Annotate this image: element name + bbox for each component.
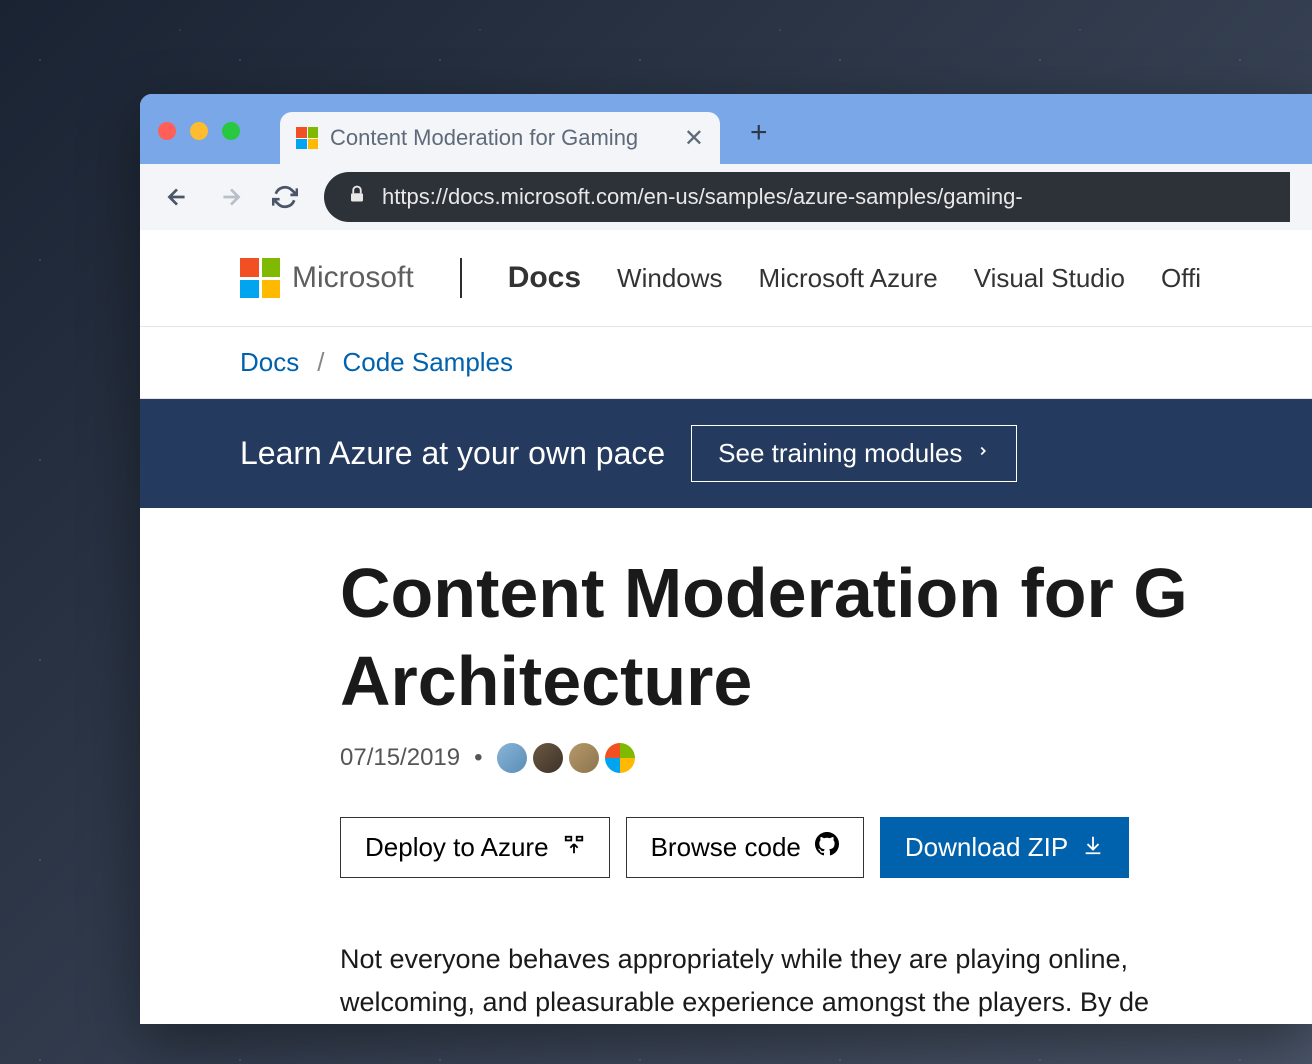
tab-strip: Content Moderation for Gaming ✕ + [140, 94, 1312, 164]
article-body: Not everyone behaves appropriately while… [340, 938, 1312, 1024]
download-zip-button[interactable]: Download ZIP [880, 817, 1129, 878]
page-content: Microsoft Docs Windows Microsoft Azure V… [140, 230, 1312, 1024]
site-header: Microsoft Docs Windows Microsoft Azure V… [140, 230, 1312, 327]
forward-button[interactable] [216, 182, 246, 212]
learn-banner-text: Learn Azure at your own pace [240, 435, 665, 472]
avatar[interactable] [533, 743, 563, 773]
window-maximize-button[interactable] [222, 122, 240, 140]
nav-azure[interactable]: Microsoft Azure [759, 263, 938, 294]
learn-button-label: See training modules [718, 438, 962, 469]
lock-icon [348, 184, 366, 210]
window-close-button[interactable] [158, 122, 176, 140]
nav-visual-studio[interactable]: Visual Studio [974, 263, 1125, 294]
avatar[interactable] [569, 743, 599, 773]
contributor-avatars[interactable] [497, 743, 635, 773]
url-text: https://docs.microsoft.com/en-us/samples… [382, 184, 1023, 210]
reload-button[interactable] [270, 182, 300, 212]
tab-title: Content Moderation for Gaming [330, 125, 672, 151]
nav-docs[interactable]: Docs [508, 261, 581, 295]
deploy-to-azure-button[interactable]: Deploy to Azure [340, 817, 610, 878]
microsoft-favicon-icon [296, 127, 318, 149]
article: Content Moderation for G Architecture 07… [140, 508, 1312, 1024]
window-minimize-button[interactable] [190, 122, 208, 140]
see-training-modules-button[interactable]: See training modules [691, 425, 1017, 482]
article-date: 07/15/2019 [340, 744, 460, 772]
chevron-right-icon [976, 438, 990, 469]
microsoft-brand-text: Microsoft [292, 261, 414, 295]
nav-windows[interactable]: Windows [617, 263, 722, 294]
browser-window: Content Moderation for Gaming ✕ + https:… [140, 94, 1312, 1024]
microsoft-logo-icon [240, 258, 280, 298]
action-buttons: Deploy to Azure Browse code Download ZIP [340, 817, 1312, 878]
avatar[interactable] [605, 743, 635, 773]
back-button[interactable] [162, 182, 192, 212]
article-meta: 07/15/2019 • [340, 743, 1312, 773]
browse-code-button[interactable]: Browse code [626, 817, 864, 878]
breadcrumb: Docs / Code Samples [140, 327, 1312, 399]
breadcrumb-separator: / [317, 347, 324, 378]
learn-banner: Learn Azure at your own pace See trainin… [140, 399, 1312, 508]
tab-close-icon[interactable]: ✕ [684, 124, 704, 153]
traffic-lights [158, 122, 280, 164]
browser-toolbar: https://docs.microsoft.com/en-us/samples… [140, 164, 1312, 230]
download-icon [1082, 832, 1104, 863]
page-title: Content Moderation for G Architecture [340, 550, 1312, 725]
address-bar[interactable]: https://docs.microsoft.com/en-us/samples… [324, 172, 1290, 222]
meta-separator: • [474, 744, 482, 772]
breadcrumb-docs[interactable]: Docs [240, 347, 299, 378]
microsoft-logo[interactable]: Microsoft [240, 258, 414, 298]
github-icon [815, 832, 839, 863]
browser-tab[interactable]: Content Moderation for Gaming ✕ [280, 112, 720, 164]
new-tab-button[interactable]: + [720, 116, 798, 164]
nav-office[interactable]: Offi [1161, 263, 1201, 294]
avatar[interactable] [497, 743, 527, 773]
header-divider [460, 258, 462, 298]
deploy-icon [563, 832, 585, 863]
breadcrumb-code-samples[interactable]: Code Samples [342, 347, 513, 378]
